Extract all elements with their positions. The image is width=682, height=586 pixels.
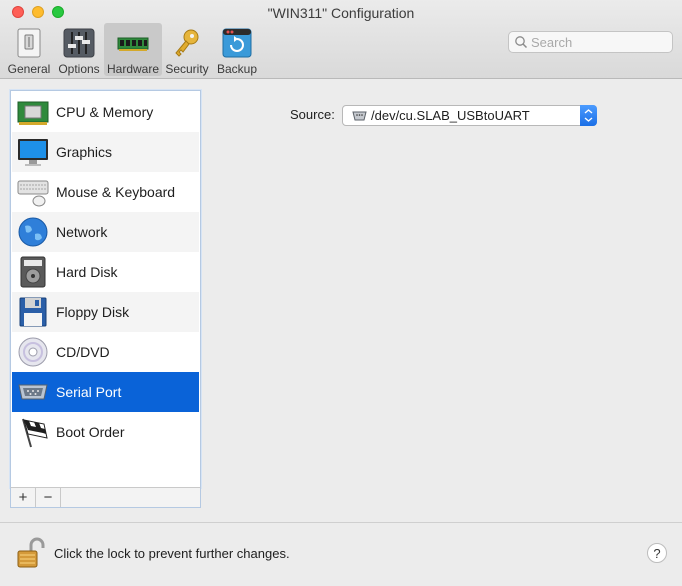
serial-port-small-icon — [352, 111, 367, 121]
cpu-memory-icon — [17, 101, 49, 125]
select-stepper[interactable] — [580, 105, 597, 126]
lock-message: Click the lock to prevent further change… — [54, 546, 290, 561]
general-icon — [17, 28, 41, 58]
tab-hardware-label: Hardware — [106, 62, 160, 76]
search-icon — [515, 36, 528, 49]
list-item-hard-disk[interactable]: Hard Disk — [12, 252, 199, 292]
device-label: Serial Port — [56, 384, 122, 400]
search-field[interactable] — [508, 31, 673, 53]
device-label: Mouse & Keyboard — [56, 184, 176, 200]
help-button[interactable]: ? — [647, 543, 667, 563]
list-item-mouse-keyboard[interactable]: Mouse & Keyboard — [12, 172, 199, 212]
search-input[interactable] — [531, 34, 667, 50]
tab-general-label: General — [7, 62, 51, 76]
add-device-button[interactable]: + — [11, 488, 36, 507]
key-icon — [175, 29, 199, 57]
list-item-cd-dvd[interactable]: CD/DVD — [12, 332, 199, 372]
tab-general[interactable]: General — [4, 23, 54, 76]
hard-disk-icon — [20, 256, 46, 288]
tab-security[interactable]: Security — [162, 23, 212, 76]
monitor-icon — [18, 139, 48, 166]
device-label: CD/DVD — [56, 344, 110, 360]
list-controls-bar: + − — [10, 487, 201, 508]
tab-security-label: Security — [165, 62, 209, 76]
list-item-serial-port[interactable]: Serial Port — [12, 372, 199, 412]
floppy-disk-icon — [19, 297, 47, 327]
source-select[interactable]: /dev/cu.SLAB_USBtoUART — [342, 105, 597, 126]
memory-chip-icon — [117, 37, 149, 51]
device-label: Graphics — [56, 144, 113, 160]
source-label: Source: — [290, 107, 335, 122]
serial-port-icon — [18, 384, 48, 400]
tab-options-label: Options — [58, 62, 100, 76]
window-title: "WIN311" Configuration — [267, 5, 415, 21]
configuration-window: "WIN311" Configuration General Options H… — [0, 0, 682, 586]
device-label: Boot Order — [56, 424, 125, 440]
tab-hardware[interactable]: Hardware — [104, 23, 162, 76]
list-item-cpu-memory[interactable]: CPU & Memory — [12, 92, 199, 132]
device-label: CPU & Memory — [56, 104, 154, 120]
list-item-boot-order[interactable]: Boot Order — [12, 412, 199, 452]
footer-divider — [0, 522, 682, 523]
lock-icon[interactable] — [16, 537, 46, 569]
mouse-keyboard-icon — [17, 180, 49, 207]
toolbar-tabs: General Options Hardware Security Backup — [4, 23, 262, 76]
source-value: /dev/cu.SLAB_USBtoUART — [371, 108, 530, 123]
device-list: CPU & Memory Graphics Mouse & Keyboard N… — [10, 90, 201, 488]
list-item-network[interactable]: Network — [12, 212, 199, 252]
remove-device-button[interactable]: − — [36, 488, 61, 507]
device-label: Hard Disk — [56, 264, 118, 280]
list-controls-spacer — [61, 488, 200, 507]
chevron-updown-icon — [584, 109, 593, 122]
globe-icon — [18, 217, 48, 247]
title-bar: "WIN311" Configuration General Options H… — [0, 0, 682, 79]
tab-options[interactable]: Options — [54, 23, 104, 76]
options-sliders-icon — [63, 28, 95, 58]
list-item-floppy-disk[interactable]: Floppy Disk — [12, 292, 199, 332]
backup-icon — [222, 28, 252, 58]
device-label: Floppy Disk — [56, 304, 130, 320]
cd-dvd-icon — [18, 337, 48, 367]
tab-backup[interactable]: Backup — [212, 23, 262, 76]
tab-backup-label: Backup — [216, 62, 258, 76]
list-item-graphics[interactable]: Graphics — [12, 132, 199, 172]
checkered-flag-icon — [22, 418, 48, 448]
device-label: Network — [56, 224, 108, 240]
